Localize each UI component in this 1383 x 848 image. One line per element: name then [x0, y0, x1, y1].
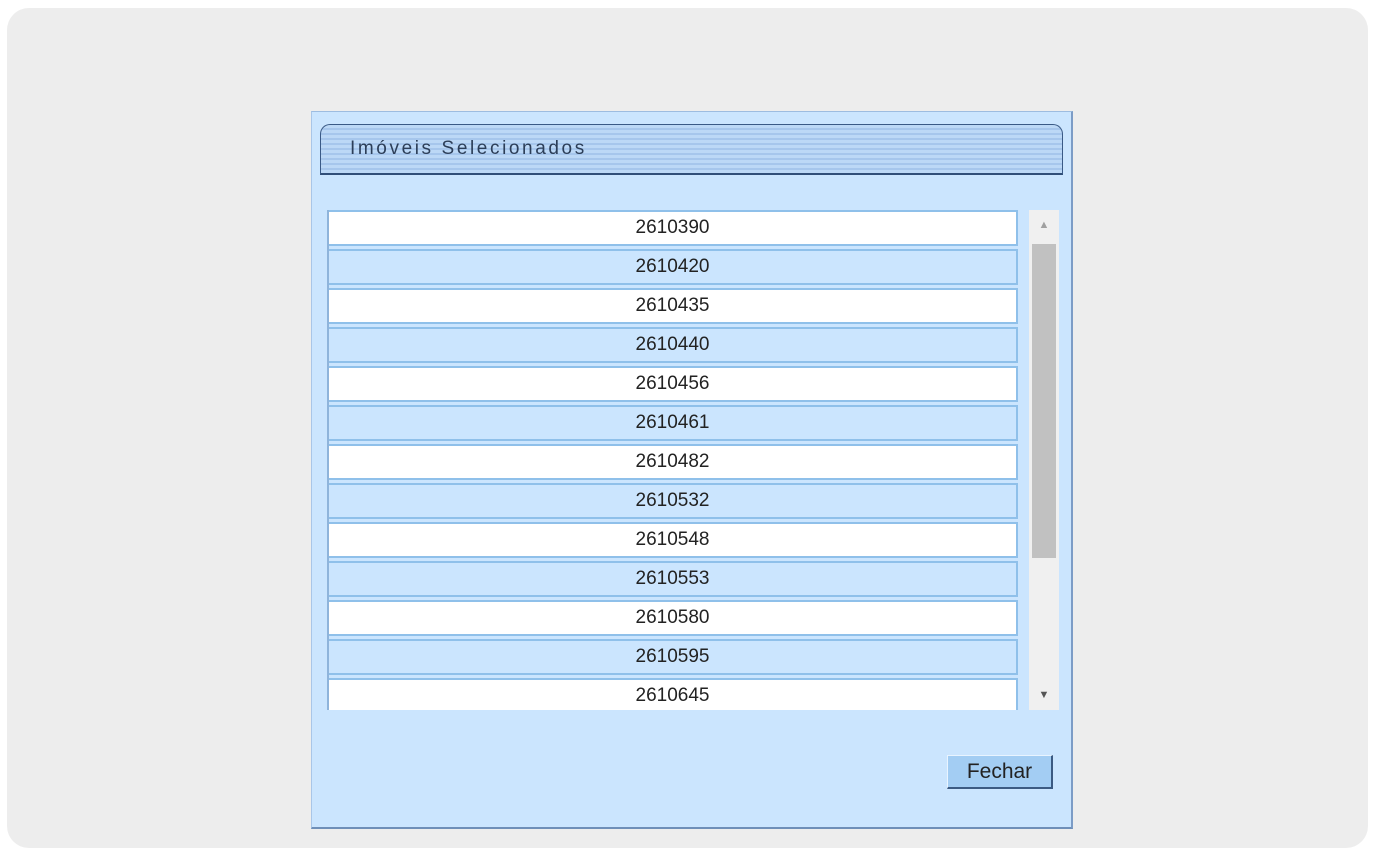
list-item[interactable]: 2610532: [329, 483, 1018, 519]
list-item[interactable]: 2610548: [329, 522, 1018, 558]
scrollbar-thumb[interactable]: [1032, 244, 1056, 558]
list-item[interactable]: 2610553: [329, 561, 1018, 597]
list-item[interactable]: 2610420: [329, 249, 1018, 285]
scroll-up-arrow-icon[interactable]: ▲: [1029, 210, 1059, 240]
vertical-scrollbar[interactable]: ▲ ▼: [1029, 210, 1059, 710]
dialog-title: Imóveis Selecionados: [350, 138, 587, 159]
list-item[interactable]: 2610461: [329, 405, 1018, 441]
properties-list[interactable]: 2610390 2610420 2610435 2610440 2610456 …: [327, 210, 1059, 710]
page-background: Imóveis Selecionados 2610390 2610420 261…: [7, 8, 1368, 848]
properties-rows: 2610390 2610420 2610435 2610440 2610456 …: [329, 210, 1018, 710]
selected-properties-dialog: Imóveis Selecionados 2610390 2610420 261…: [311, 111, 1073, 829]
scroll-down-arrow-icon[interactable]: ▼: [1029, 680, 1059, 710]
list-item[interactable]: 2610456: [329, 366, 1018, 402]
dialog-title-bar: Imóveis Selecionados: [320, 124, 1063, 175]
list-item[interactable]: 2610440: [329, 327, 1018, 363]
list-item[interactable]: 2610645: [329, 678, 1018, 710]
list-item[interactable]: 2610435: [329, 288, 1018, 324]
close-button[interactable]: Fechar: [947, 755, 1053, 789]
list-item[interactable]: 2610482: [329, 444, 1018, 480]
list-item[interactable]: 2610580: [329, 600, 1018, 636]
list-item[interactable]: 2610595: [329, 639, 1018, 675]
list-item[interactable]: 2610390: [329, 210, 1018, 246]
